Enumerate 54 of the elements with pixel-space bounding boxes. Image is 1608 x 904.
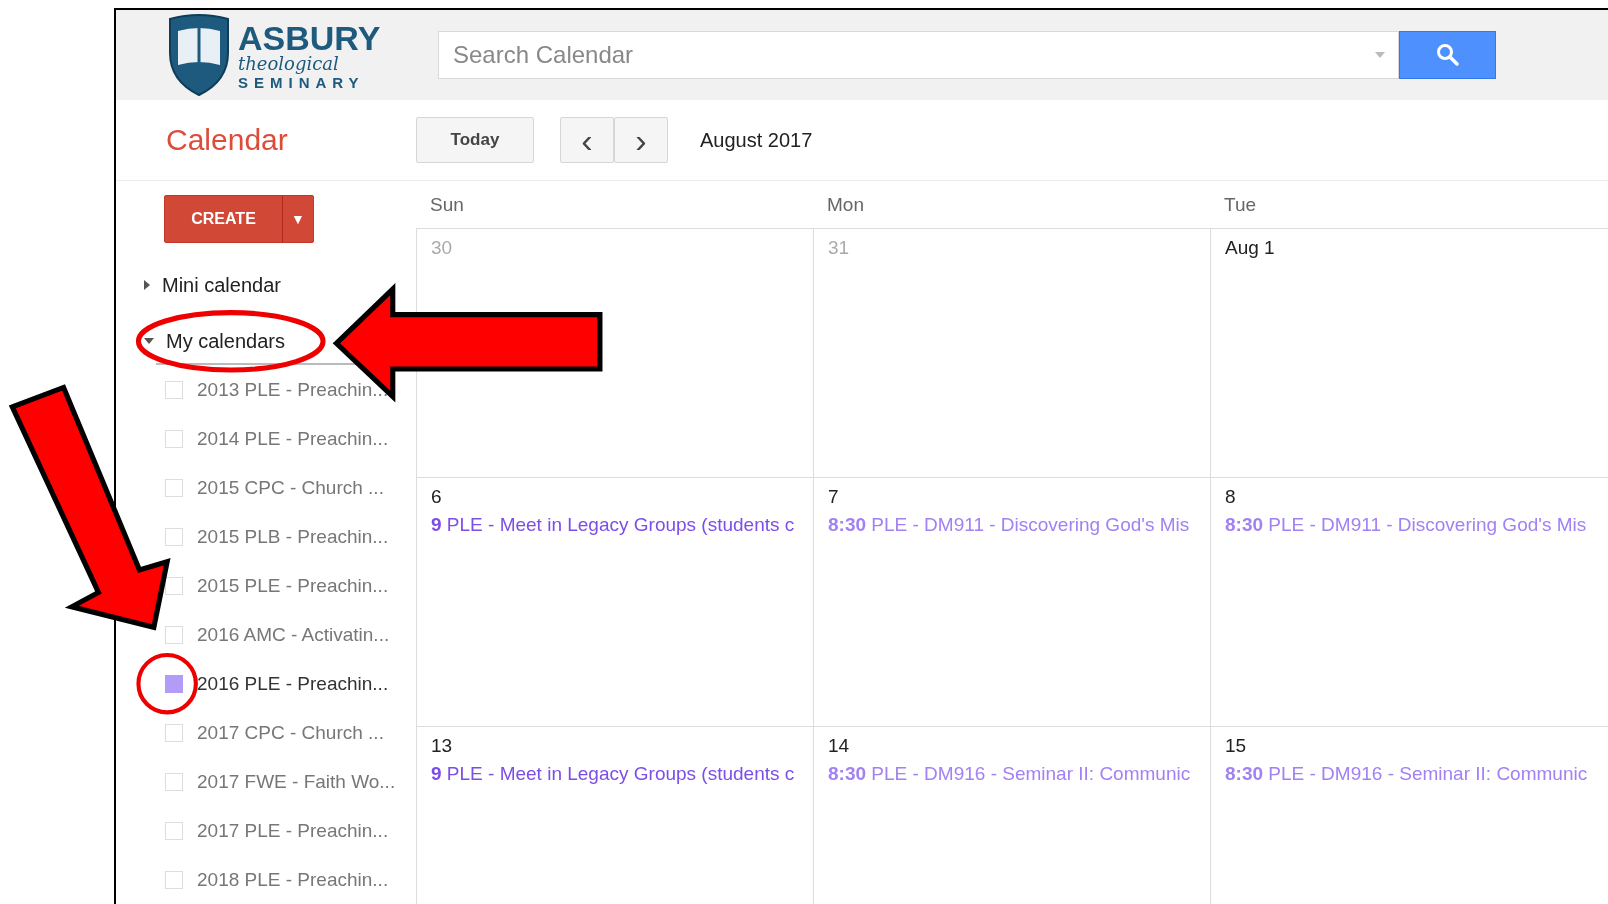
event-chip[interactable]: 9 PLE - Meet in Legacy Groups (students c [431,514,795,536]
circle-annotation [136,652,198,715]
day-number: 6 [431,486,442,508]
dropdown-caret-icon[interactable] [1375,52,1385,58]
app-title: Calendar [165,123,289,157]
search-button[interactable] [1399,31,1496,79]
day-number: 14 [828,735,850,757]
day-number: 8 [1225,486,1236,508]
weekday-label: Mon [826,193,865,216]
day-cell[interactable]: 31 [813,229,1210,477]
day-cell[interactable]: 8 8:30 PLE - DM911 - Discovering God's Mis [1210,478,1607,726]
event-chip[interactable]: 8:30 PLE - DM911 - Discovering God's Mis [828,514,1190,536]
section-toggle[interactable]: Mini calendar [144,271,281,299]
logo-wordmark: ASBURY [238,20,381,55]
day-number: 7 [828,486,839,508]
calendar-item[interactable]: 2014 PLE - Preachin... [165,414,404,463]
search-field[interactable]: Search Calendar [438,31,1399,79]
weekday-label: Tue [1223,193,1258,216]
day-cell[interactable]: 7 8:30 PLE - DM911 - Discovering God's Mis [813,478,1210,726]
calendar-item[interactable]: 2017 PLE - Preachin... [165,806,404,855]
calendar-item[interactable]: 2017 CPC - Church ... [165,708,404,757]
calendar-item[interactable]: 2016 PLE - Preachin... [165,659,404,708]
day-number: 31 [828,237,850,259]
search-icon [1435,43,1460,67]
logo-tagline: theological [238,54,340,73]
event-chip[interactable]: 8:30 PLE - DM911 - Discovering God's Mis [1225,514,1587,536]
day-cell[interactable]: 15 8:30 PLE - DM916 - Seminar II: Communic [1210,727,1607,904]
today-button[interactable]: Today [416,117,534,163]
day-number: 30 [431,237,453,259]
calendar-item[interactable]: 2016 AMC - Activatin... [165,610,404,659]
calendar-item[interactable]: 2015 PLB - Preachin... [165,512,404,561]
day-cell[interactable]: 14 8:30 PLE - DM916 - Seminar II: Communic [813,727,1210,904]
event-chip[interactable]: 9 PLE - Meet in Legacy Groups (students c [431,763,795,785]
day-cell[interactable]: 6 9 PLE - Meet in Legacy Groups (students c [416,478,813,726]
weekday-label: Sun [429,193,465,216]
next-button[interactable]: › [614,117,668,163]
day-cell[interactable]: Aug 1 [1210,229,1607,477]
create-menu-caret[interactable]: ▼ [283,196,313,242]
day-number: 13 [431,735,453,757]
section-toggle[interactable]: My calendars [144,327,285,355]
day-cell[interactable]: 13 9 PLE - Meet in Legacy Groups (students c [416,727,813,904]
current-month: August 2017 [700,128,813,152]
calendar-item[interactable]: 2018 PLE - Preachin... [165,855,404,904]
previous-button[interactable]: ‹ [560,117,614,163]
create-button[interactable]: CREATE ▼ [164,195,314,243]
checkbox[interactable] [165,674,183,693]
logo-subtitle: SEMINARY [238,74,366,90]
event-chip[interactable]: 8:30 PLE - DM916 - Seminar II: Communic [1225,763,1588,785]
shield-book-icon [166,13,232,97]
calendar-item[interactable]: 2015 CPC - Church ... [165,463,404,512]
day-number: Aug 1 [1225,237,1275,259]
day-number: 15 [1225,735,1247,757]
event-chip[interactable]: 8:30 PLE - DM916 - Seminar II: Communic [828,763,1191,785]
calendar-item[interactable]: 2017 FWE - Faith Wo... [165,757,404,806]
